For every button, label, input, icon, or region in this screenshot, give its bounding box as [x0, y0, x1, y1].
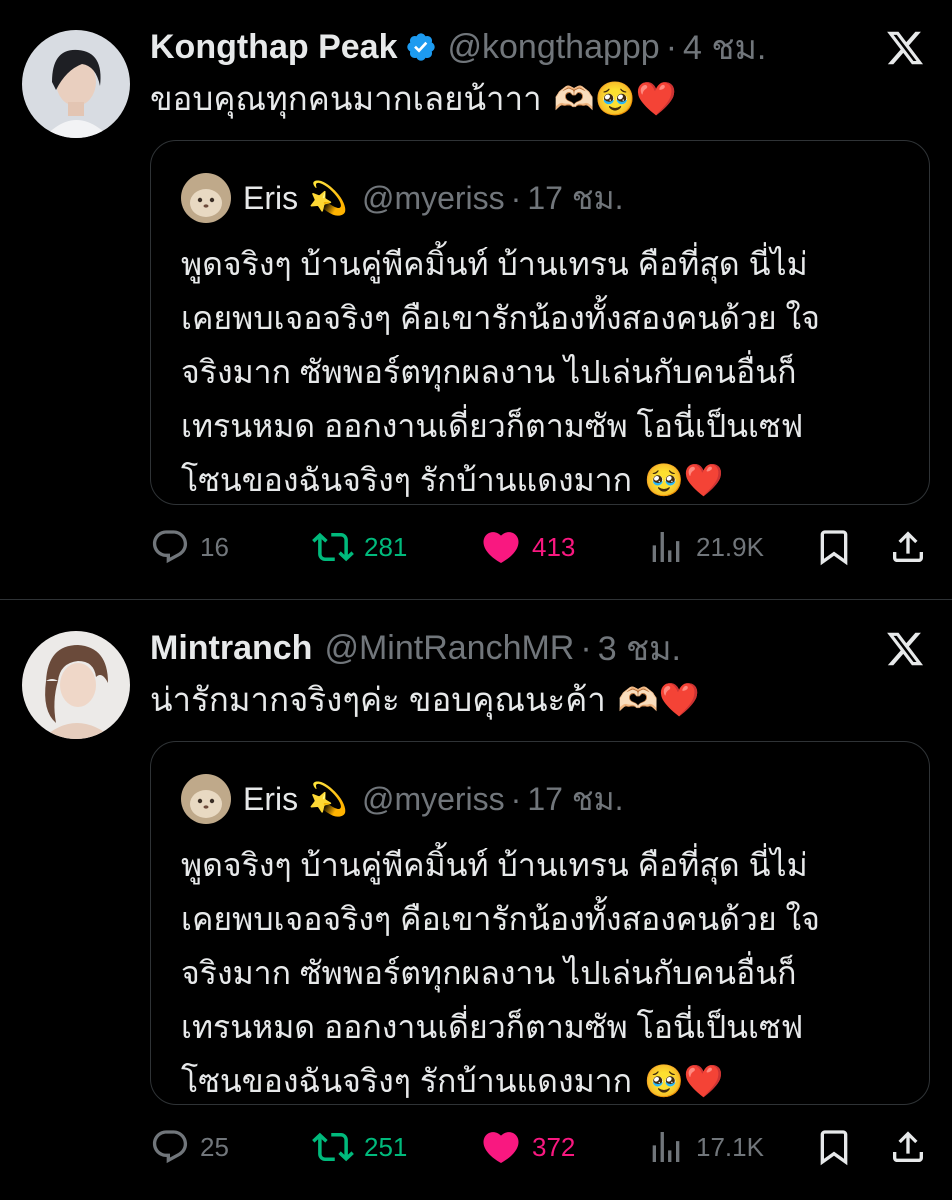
quote-name-emoji: 💫	[308, 180, 348, 216]
tweet-text: ขอบคุณทุกคนมากเลยน้าาา 🫶🏻🥹❤️	[150, 76, 677, 122]
quote-author-name: Eris	[243, 780, 299, 817]
separator-dot: ·	[665, 27, 678, 66]
tweet[interactable]: Mintranch @MintRanchMR · 3 ชม. น่ารักมาก…	[0, 601, 952, 1200]
avatar[interactable]	[22, 30, 130, 138]
bookmark-icon	[820, 530, 848, 566]
separator-dot: ·	[580, 628, 592, 667]
tweet-text-content: น่ารักมากจริงๆค่ะ ขอบคุณนะค้า	[150, 681, 606, 718]
tweet-divider	[0, 599, 952, 600]
tweet-emojis: 🫶🏻🥹❤️	[553, 80, 677, 117]
views-icon	[652, 532, 680, 562]
quote-line: เทรนหมด ออกงานเดี่ยวก็ตามซัพ โอนี่เป็นเซ…	[181, 1009, 804, 1045]
quote-line-text: โซนของฉันจริงๆ รักบ้านแดงมาก	[181, 462, 632, 498]
reply-count: 16	[200, 531, 229, 562]
quote-line: จริงมาก ซัพพอร์ตทุกผลงาน ไปเล่นกับคนอื่น…	[181, 354, 797, 390]
quote-line: เคยพบเจอจริงๆ คือเขารักน้องทั้งสองคนด้วย…	[181, 300, 820, 336]
reply-icon	[152, 1130, 188, 1164]
retweet-button[interactable]: 281	[312, 526, 407, 568]
like-count: 372	[532, 1131, 576, 1162]
views-count: 21.9K	[696, 531, 764, 562]
author-name[interactable]: Kongthap Peak	[150, 28, 397, 67]
views-button[interactable]: 17.1K	[646, 1127, 764, 1167]
retweet-icon	[312, 1132, 354, 1162]
quote-line: เทรนหมด ออกงานเดี่ยวก็ตามซัพ โอนี่เป็นเซ…	[181, 408, 804, 444]
quote-author-handle: @myeriss	[361, 780, 505, 817]
bookmark-icon	[820, 1130, 848, 1166]
quote-end-emojis: 🥹❤️	[644, 462, 724, 498]
x-logo-icon[interactable]	[884, 28, 926, 68]
retweet-icon	[312, 532, 354, 562]
tweet-text: น่ารักมากจริงๆค่ะ ขอบคุณนะค้า 🫶🏻❤️	[150, 677, 700, 723]
avatar[interactable]	[22, 631, 130, 739]
x-logo-icon[interactable]	[884, 629, 926, 669]
quote-line: โซนของฉันจริงๆ รักบ้านแดงมาก 🥹❤️	[181, 453, 901, 507]
quote-name-emoji: 💫	[308, 781, 348, 817]
reply-button[interactable]: 16	[150, 527, 229, 567]
quote-line: พูดจริงๆ บ้านคู่พีคมิ้นท์ บ้านเทรน คือที…	[181, 246, 808, 282]
separator-dot: ·	[510, 780, 522, 817]
quote-author-handle: @myeriss	[361, 179, 505, 216]
separator-dot: ·	[510, 179, 522, 216]
share-icon	[893, 1131, 923, 1162]
action-bar: 25 251 372 17.1K	[150, 1122, 930, 1172]
quote-line: โซนของฉันจริงๆ รักบ้านแดงมาก 🥹❤️	[181, 1054, 901, 1108]
quote-text: พูดจริงๆ บ้านคู่พีคมิ้นท์ บ้านเทรน คือที…	[181, 838, 901, 1108]
reply-button[interactable]: 25	[150, 1127, 229, 1167]
like-button[interactable]: 413	[480, 526, 575, 568]
quoted-tweet[interactable]: Eris 💫 @myeriss · 17 ชม. พูดจริงๆ บ้านคู…	[150, 741, 930, 1105]
like-button[interactable]: 372	[480, 1126, 575, 1168]
timestamp[interactable]: 3 ชม.	[598, 621, 681, 675]
bookmark-button[interactable]	[814, 1127, 854, 1167]
quote-timestamp: 17 ชม.	[527, 179, 624, 216]
like-icon	[483, 532, 519, 564]
retweet-count: 251	[364, 1131, 408, 1162]
share-icon	[893, 531, 923, 562]
quote-avatar	[181, 173, 231, 223]
retweet-button[interactable]: 251	[312, 1126, 407, 1168]
verified-badge-icon	[407, 33, 436, 61]
tweet-text-content: ขอบคุณทุกคนมากเลยน้าาา	[150, 80, 542, 117]
quote-author-name: Eris	[243, 179, 299, 216]
quote-avatar	[181, 774, 231, 824]
reply-count: 25	[200, 1131, 229, 1162]
quote-line: พูดจริงๆ บ้านคู่พีคมิ้นท์ บ้านเทรน คือที…	[181, 847, 808, 883]
retweet-count: 281	[364, 531, 408, 562]
author-handle[interactable]: @kongthappp	[447, 28, 659, 67]
bookmark-button[interactable]	[814, 527, 854, 567]
quote-line: เคยพบเจอจริงๆ คือเขารักน้องทั้งสองคนด้วย…	[181, 901, 820, 937]
quote-end-emojis: 🥹❤️	[644, 1063, 724, 1099]
views-icon	[652, 1132, 680, 1162]
quoted-tweet[interactable]: Eris 💫 @myeriss · 17 ชม. พูดจริงๆ บ้านคู…	[150, 140, 930, 505]
tweet[interactable]: Kongthap Peak @kongthappp · 4 ชม. ขอบคุณ…	[0, 0, 952, 600]
author-handle[interactable]: @MintRanchMR	[324, 629, 574, 668]
share-button[interactable]	[888, 1127, 928, 1167]
action-bar: 16 281 413 21.9K	[150, 522, 930, 572]
tweet-emojis: 🫶🏻❤️	[617, 681, 701, 718]
views-count: 17.1K	[696, 1131, 764, 1162]
timestamp[interactable]: 4 ชม.	[683, 20, 766, 74]
quote-timestamp: 17 ชม.	[527, 780, 624, 817]
views-button[interactable]: 21.9K	[646, 527, 764, 567]
quote-text: พูดจริงๆ บ้านคู่พีคมิ้นท์ บ้านเทรน คือที…	[181, 237, 901, 507]
like-count: 413	[532, 531, 576, 562]
like-icon	[483, 1132, 519, 1164]
quote-line-text: โซนของฉันจริงๆ รักบ้านแดงมาก	[181, 1063, 632, 1099]
share-button[interactable]	[888, 527, 928, 567]
reply-icon	[152, 530, 188, 564]
quote-line: จริงมาก ซัพพอร์ตทุกผลงาน ไปเล่นกับคนอื่น…	[181, 955, 797, 991]
author-name[interactable]: Mintranch	[150, 629, 312, 668]
